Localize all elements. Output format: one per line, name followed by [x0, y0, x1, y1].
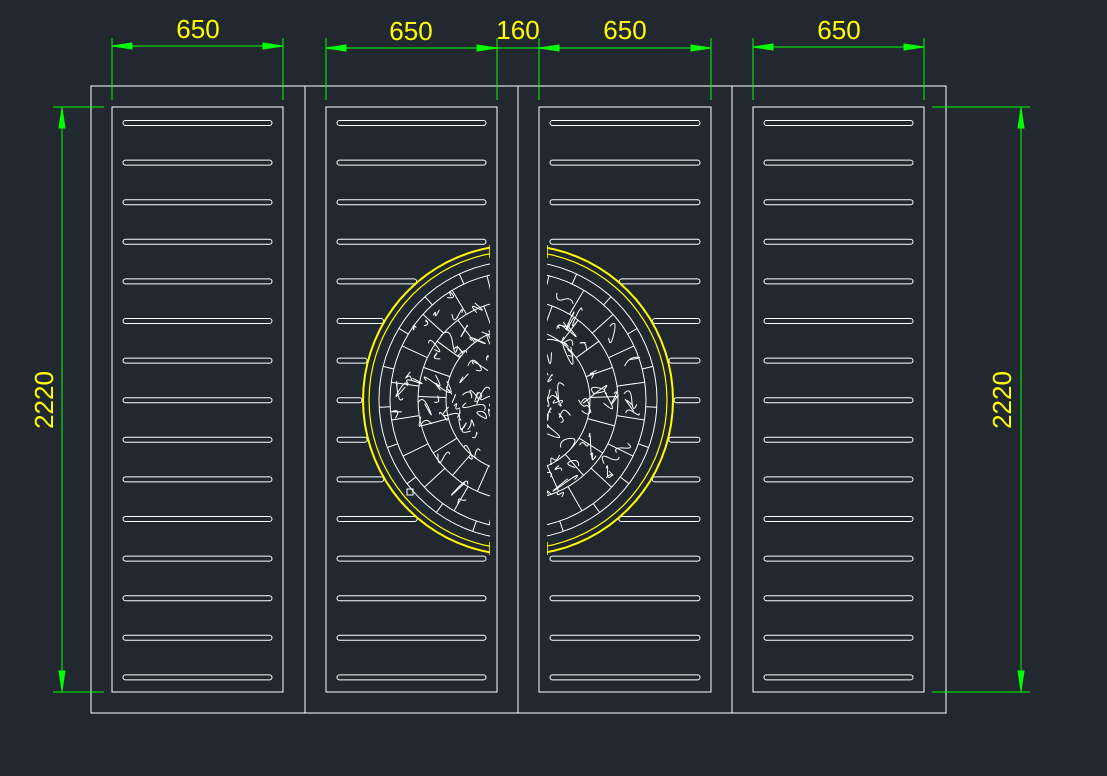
slot: [763, 555, 914, 562]
slot: [336, 555, 487, 562]
slot: [336, 120, 487, 126]
slot: [673, 397, 701, 404]
slot: [668, 436, 701, 443]
dimension-lines: [53, 38, 1030, 693]
slot: [549, 634, 701, 641]
dim-right-height: 2220: [987, 371, 1017, 429]
slot: [336, 159, 487, 166]
slot: [549, 159, 701, 166]
slot: [549, 199, 701, 206]
slot: [618, 278, 701, 285]
slot: [122, 238, 273, 245]
slot: [336, 318, 384, 324]
slot: [763, 674, 914, 681]
slot: [763, 634, 914, 641]
slot: [122, 436, 273, 443]
slot: [763, 595, 914, 602]
slot: [336, 238, 487, 245]
slot: [122, 555, 273, 562]
slot: [122, 516, 273, 522]
slot: [763, 120, 914, 126]
slot: [336, 436, 368, 443]
slot: [122, 674, 273, 681]
slot: [122, 278, 273, 285]
slot: [336, 634, 487, 641]
dim-top-panel-4: 650: [817, 15, 860, 45]
dim-top-gap: 160: [496, 15, 539, 45]
slot: [763, 318, 914, 324]
slot: [763, 238, 914, 245]
slot: [549, 120, 701, 126]
slot: [336, 278, 418, 285]
slot: [122, 634, 273, 641]
slot: [651, 476, 701, 483]
slot: [122, 476, 273, 483]
slot: [652, 318, 701, 324]
dim-top-panel-1: 650: [176, 14, 219, 44]
slot: [549, 674, 701, 681]
slot: [122, 595, 273, 602]
slot: [336, 595, 487, 602]
door-panel-2: [325, 106, 498, 693]
slot: [763, 476, 914, 483]
slot: [336, 357, 368, 364]
slot: [122, 318, 273, 324]
cad-drawing: 650 650 160 650 650 2220 2220: [29, 14, 1030, 714]
slot: [668, 357, 701, 364]
slot: [763, 516, 914, 522]
dim-top-panel-2: 650: [389, 16, 432, 46]
slot: [549, 238, 701, 245]
slot: [122, 120, 273, 126]
slot: [549, 555, 701, 562]
slot: [336, 199, 487, 206]
slot: [336, 674, 487, 681]
slot: [336, 397, 363, 404]
slot: [122, 397, 273, 404]
slot: [549, 595, 701, 602]
slot: [763, 159, 914, 166]
slot: [336, 516, 418, 522]
slot: [763, 397, 914, 404]
slot: [763, 436, 914, 443]
slot: [618, 516, 701, 522]
slot: [763, 199, 914, 206]
door-panel-1: [111, 106, 284, 693]
dim-top-panel-3: 650: [603, 15, 646, 45]
slot: [763, 278, 914, 285]
slot: [122, 357, 273, 364]
slot: [122, 159, 273, 166]
slot: [763, 357, 914, 364]
medallion-half: [361, 245, 490, 555]
medallion-half: [547, 245, 675, 555]
dim-left-height: 2220: [29, 371, 59, 429]
door-frame: [90, 85, 947, 714]
slot: [122, 199, 273, 206]
door-panel-4: [752, 106, 925, 693]
slot: [336, 476, 385, 483]
